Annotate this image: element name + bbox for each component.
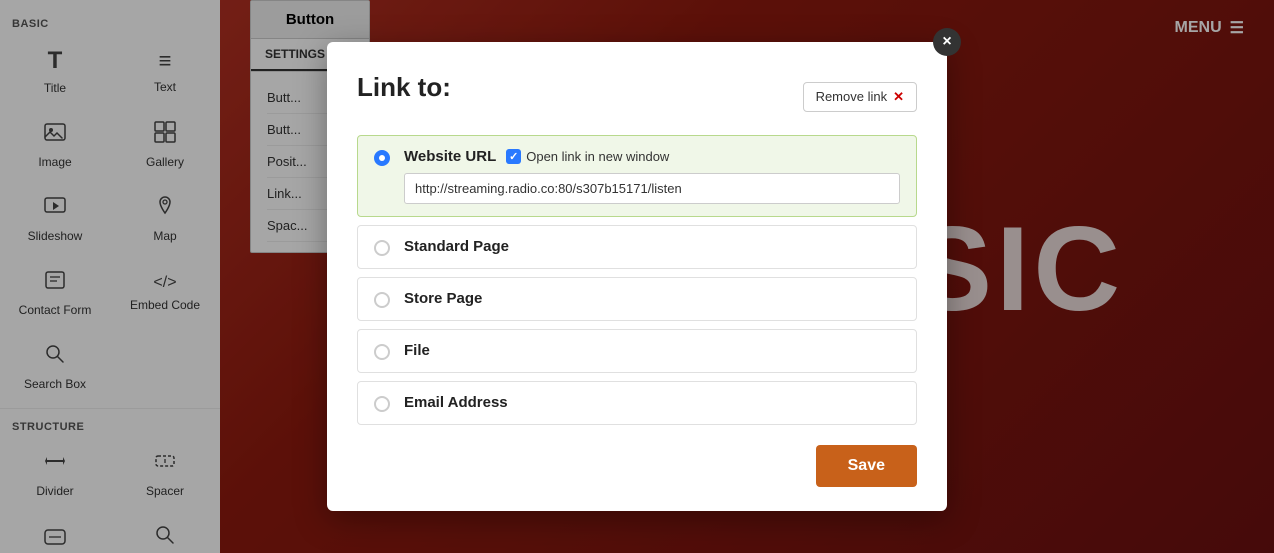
remove-link-label: Remove link: [816, 89, 888, 104]
email-address-label: Email Address: [404, 394, 900, 411]
modal-title: Link to:: [357, 72, 451, 103]
remove-link-button[interactable]: Remove link ✕: [803, 82, 917, 112]
standard-page-label: Standard Page: [404, 238, 900, 255]
link-option-email-address[interactable]: Email Address: [357, 381, 917, 425]
open-new-window-row: Open link in new window: [506, 149, 669, 164]
link-option-store-page[interactable]: Store Page: [357, 277, 917, 321]
link-option-file[interactable]: File: [357, 329, 917, 373]
remove-link-icon: ✕: [893, 89, 904, 105]
modal-close-button[interactable]: ×: [933, 28, 961, 56]
open-new-window-label: Open link in new window: [526, 149, 669, 164]
save-button[interactable]: Save: [816, 445, 917, 487]
standard-page-radio: [374, 240, 390, 256]
modal-header-row: Link to: Remove link ✕: [357, 72, 917, 121]
website-url-content: Website URL Open link in new window: [404, 148, 900, 204]
file-label: File: [404, 342, 900, 359]
link-to-modal: × Link to: Remove link ✕ Website URL Ope…: [327, 42, 947, 511]
email-radio: [374, 396, 390, 412]
url-input[interactable]: [404, 173, 900, 204]
link-option-website-url[interactable]: Website URL Open link in new window: [357, 135, 917, 217]
file-radio: [374, 344, 390, 360]
link-option-standard-page[interactable]: Standard Page: [357, 225, 917, 269]
website-url-title: Website URL Open link in new window: [404, 148, 900, 165]
modal-overlay: × Link to: Remove link ✕ Website URL Ope…: [0, 0, 1274, 553]
store-page-label: Store Page: [404, 290, 900, 307]
open-new-window-checkbox[interactable]: [506, 149, 521, 164]
website-url-radio: [374, 150, 390, 166]
store-page-radio: [374, 292, 390, 308]
